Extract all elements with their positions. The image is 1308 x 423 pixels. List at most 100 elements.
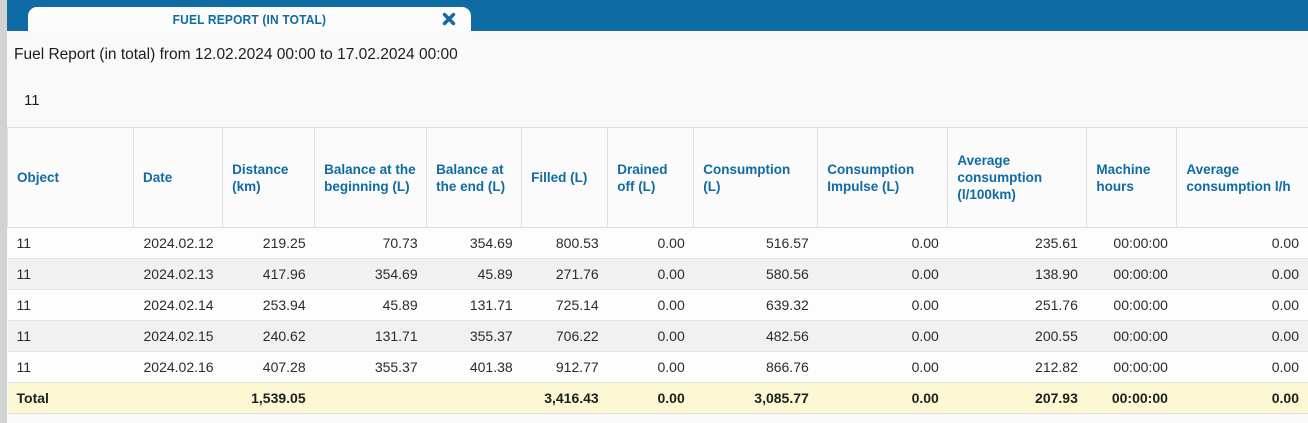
cell: 0.00 [607, 320, 694, 352]
cell: 639.32 [693, 289, 818, 321]
cell: 00:00:00 [1086, 320, 1177, 352]
close-icon[interactable] [441, 11, 457, 27]
cell: 0.00 [607, 227, 694, 259]
column-header: Date [133, 127, 224, 228]
cell: 11 [7, 227, 134, 259]
cell: 240.62 [222, 320, 315, 352]
cell: 45.89 [314, 289, 427, 321]
cell: 00:00:00 [1086, 351, 1177, 383]
report-panel: FUEL REPORT (IN TOTAL) Fuel Report (in t… [6, 0, 1308, 423]
cell: 253.94 [222, 289, 315, 321]
cell: 3,416.43 [521, 382, 608, 414]
column-header: Consumption Impulse (L) [817, 127, 949, 228]
tab-fuel-report[interactable]: FUEL REPORT (IN TOTAL) [28, 7, 471, 31]
cell: 1,539.05 [222, 382, 315, 414]
cell [133, 382, 223, 414]
cell: 207.93 [947, 382, 1087, 414]
table-row: 11 2024.02.13 417.96 354.69 45.89 271.76 0.00 5… [7, 258, 1308, 290]
cell: 2024.02.14 [133, 289, 223, 321]
cell: 0.00 [817, 227, 948, 259]
cell: 866.76 [693, 351, 818, 383]
column-header: Distance (km) [222, 127, 316, 228]
tab-bar: FUEL REPORT (IN TOTAL) [7, 0, 1308, 31]
cell: 0.00 [817, 258, 948, 290]
cell: 00:00:00 [1086, 227, 1177, 259]
fuel-report-table: Object Date Distance (km) Balance at the be… [6, 127, 1308, 414]
total-row: Total 1,539.05 3,416.43 0.00 3,085.77 0.00 207… [7, 382, 1308, 414]
cell: 0.00 [1176, 320, 1308, 352]
cell: 2024.02.12 [133, 227, 223, 259]
column-header: Filled (L) [521, 127, 609, 228]
cell: 45.89 [426, 258, 522, 290]
cell: 138.90 [947, 258, 1087, 290]
cell: 00:00:00 [1086, 289, 1177, 321]
column-header: Balance at the end (L) [426, 127, 523, 228]
cell: 0.00 [607, 351, 694, 383]
table-row: 11 2024.02.16 407.28 355.37 401.38 912.77 0.00… [7, 351, 1308, 383]
cell: 200.55 [947, 320, 1087, 352]
cell: 725.14 [521, 289, 608, 321]
cell: 0.00 [1176, 289, 1308, 321]
column-header: Machine hours [1086, 127, 1178, 228]
table-row: 11 2024.02.12 219.25 70.73 354.69 800.53 0.00 5… [7, 227, 1308, 259]
cell: 0.00 [1176, 351, 1308, 383]
cell: 212.82 [947, 351, 1087, 383]
cell: 0.00 [607, 382, 694, 414]
cell: 2024.02.15 [133, 320, 223, 352]
cell: 0.00 [607, 289, 694, 321]
cell: 0.00 [817, 289, 948, 321]
cell: 0.00 [817, 382, 948, 414]
column-header: Balance at the beginning (L) [314, 127, 428, 228]
report-title: Fuel Report (in total) from 12.02.2024 0… [14, 46, 458, 63]
cell: 11 [7, 258, 134, 290]
tab-label: FUEL REPORT (IN TOTAL) [172, 11, 327, 27]
cell: 131.71 [426, 289, 522, 321]
cell: 580.56 [693, 258, 818, 290]
cell: 251.76 [947, 289, 1087, 321]
cell: Total [7, 382, 134, 414]
column-header: Drained off (L) [607, 127, 695, 228]
cell: 2024.02.13 [133, 258, 223, 290]
table-row: 11 2024.02.15 240.62 131.71 355.37 706.22 0.00… [7, 320, 1308, 352]
cell: 0.00 [817, 320, 948, 352]
cell: 354.69 [314, 258, 427, 290]
cell [426, 382, 522, 414]
cell: 355.37 [426, 320, 522, 352]
cell: 0.00 [1176, 258, 1308, 290]
cell: 706.22 [521, 320, 608, 352]
cell: 11 [7, 351, 134, 383]
cell: 355.37 [314, 351, 427, 383]
cell: 800.53 [521, 227, 608, 259]
column-header: Average consumption (l/100km) [947, 127, 1088, 228]
cell: 235.61 [947, 227, 1087, 259]
cell: 219.25 [222, 227, 315, 259]
cell: 3,085.77 [693, 382, 818, 414]
report-object-name: 11 [24, 92, 40, 109]
cell: 0.00 [1176, 382, 1308, 414]
cell: 70.73 [314, 227, 427, 259]
cell: 00:00:00 [1086, 382, 1177, 414]
cell: 0.00 [607, 258, 694, 290]
cell [314, 382, 427, 414]
cell: 11 [7, 289, 134, 321]
column-header: Consumption (L) [693, 127, 819, 228]
cell: 407.28 [222, 351, 315, 383]
column-header: Average consumption l/h [1176, 127, 1308, 228]
cell: 482.56 [693, 320, 818, 352]
table-body: 11 2024.02.12 219.25 70.73 354.69 800.53 0.00 5… [7, 227, 1308, 414]
cell: 0.00 [1176, 227, 1308, 259]
cell: 131.71 [314, 320, 427, 352]
cell: 11 [7, 320, 134, 352]
table-header: Object Date Distance (km) Balance at the be… [6, 127, 1308, 228]
cell: 912.77 [521, 351, 608, 383]
cell: 401.38 [426, 351, 522, 383]
cell: 00:00:00 [1086, 258, 1177, 290]
cell: 2024.02.16 [133, 351, 223, 383]
cell: 271.76 [521, 258, 608, 290]
cell: 516.57 [693, 227, 818, 259]
cell: 0.00 [817, 351, 948, 383]
cell: 354.69 [426, 227, 522, 259]
cell: 417.96 [222, 258, 315, 290]
column-header: Object [6, 127, 135, 228]
table-row: 11 2024.02.14 253.94 45.89 131.71 725.14 0.00 6… [7, 289, 1308, 321]
